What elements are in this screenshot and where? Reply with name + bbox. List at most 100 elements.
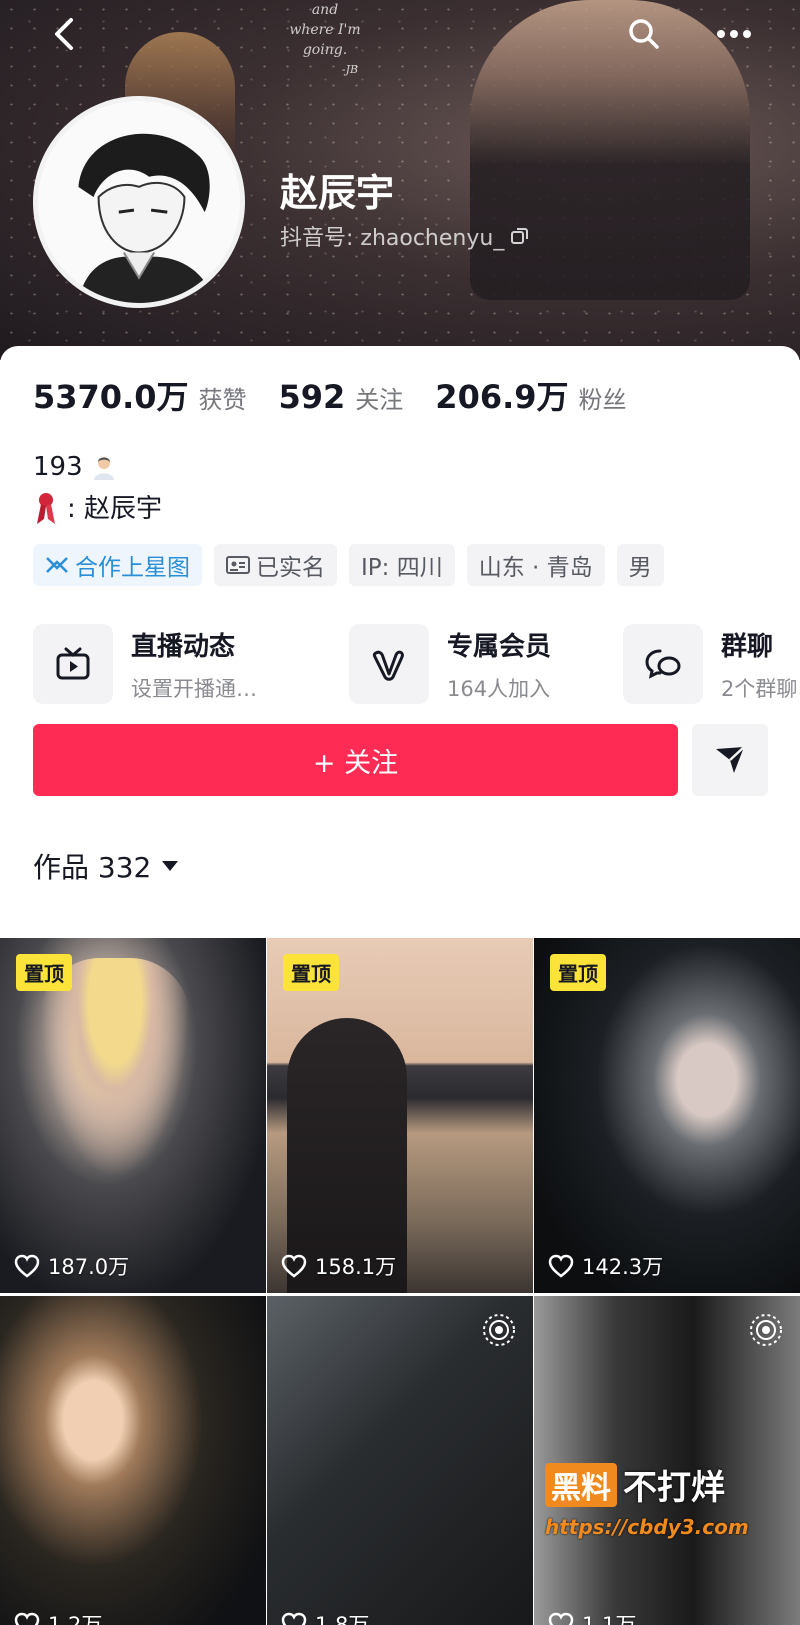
heart-icon [14,1254,40,1278]
tags-row: 合作上星图 已实名 IP: 四川 山东 · 青岛 男 [33,544,664,586]
heart-icon [281,1612,307,1625]
like-count-text: 1.8万 [315,1613,370,1625]
tv-icon [56,647,90,680]
watermark-text: 不打烊 [623,1468,725,1508]
like-count-text: 158.1万 [315,1255,397,1279]
bio: 193 : 赵辰宇 [33,446,162,530]
heart-icon [548,1612,574,1625]
feature-icon-box [349,624,429,704]
watermark-url: https://cbdy3.com [545,1515,749,1539]
handwriting-line: -JB [341,63,359,76]
tag-label: 已实名 [256,555,325,581]
feature-text: 专属会员 164人加入 [447,626,551,703]
like-count-text: 1.2万 [48,1613,103,1625]
back-button[interactable] [42,12,86,56]
video-thumb[interactable]: 置顶 142.3万 [534,938,800,1293]
stat-label: 粉丝 [578,386,627,414]
thumb-person [40,958,190,1178]
live-photo-icon [750,1314,782,1346]
tag-label: 男 [628,555,652,581]
caret-down-icon [162,861,179,871]
douyin-id-text: 抖音号: zhaochenyu_ [280,226,505,251]
like-count: 1.1万 [548,1609,636,1625]
works-tab-label: 作品 332 [33,851,152,884]
like-count: 1.8万 [281,1609,369,1625]
tag-label: IP: 四川 [361,555,443,581]
follow-label: + 关注 [312,747,399,779]
id-card-icon [226,556,250,574]
stat-label: 关注 [355,386,404,414]
feature-icon-box [623,624,703,704]
stat-number: 206.9万 [435,378,569,416]
tag-star-map[interactable]: 合作上星图 [33,544,202,586]
video-thumb[interactable]: 置顶 158.1万 [267,938,533,1293]
send-icon [716,746,745,773]
handwriting-line: and [311,2,339,18]
heart-icon [14,1612,40,1625]
feature-title: 专属会员 [447,631,552,662]
feature-subtitle: 设置开播通… [131,676,257,701]
stat-number: 5370.0万 [33,378,189,416]
feature-title: 群聊 [721,631,774,662]
stat-number: 592 [278,378,346,416]
like-count: 142.3万 [548,1251,663,1281]
feature-title: 直播动态 [131,631,236,662]
tag-label: 合作上星图 [75,555,190,581]
bio-line: 193 [33,446,162,488]
stat-followers[interactable]: 206.9万 粉丝 [435,372,626,418]
share-button[interactable] [692,724,768,796]
watermark-box-text: 黑料 [545,1462,617,1507]
feature-subtitle: 164人加入 [447,676,551,701]
pinned-badge: 置顶 [16,954,72,991]
like-count: 158.1万 [281,1251,396,1281]
feature-live[interactable]: 直播动态 设置开播通… [33,624,257,704]
tag-location[interactable]: 山东 · 青岛 [466,544,605,586]
works-tab[interactable]: 作品 332 [33,846,179,886]
stat-label: 获赞 [198,386,247,414]
feature-entries: 直播动态 设置开播通… 专属会员 164人加入 群聊 2个群聊 [33,624,800,708]
pinned-badge: 置顶 [550,954,606,991]
nickname: 赵辰宇 [280,171,395,215]
like-count: 187.0万 [14,1251,129,1281]
red-ribbon-icon [37,493,55,524]
stat-likes[interactable]: 5370.0万 获赞 [33,372,247,418]
stat-following[interactable]: 592 关注 [279,378,404,416]
person-emoji-icon [93,457,114,480]
tag-gender: 男 [616,544,664,586]
copy-icon[interactable] [510,226,530,246]
video-thumb[interactable]: 1.8万 [267,1296,533,1625]
bio-name-text: : 赵辰宇 [67,494,163,524]
heart-icon [281,1254,307,1278]
like-count: 1.2万 [14,1609,102,1625]
heart-icon [548,1254,574,1278]
feature-text: 群聊 2个群聊 [721,626,797,703]
bio-height-text: 193 [33,452,83,482]
more-button[interactable] [712,12,756,56]
like-count-text: 187.0万 [48,1255,130,1279]
banner-person-singer [470,0,750,300]
tag-verified[interactable]: 已实名 [214,544,337,586]
chat-bubbles-icon [645,649,681,679]
stats-row: 5370.0万 获赞 592 关注 206.9万 粉丝 [33,372,627,418]
watermark-logo: 黑料 不打烊 [545,1460,749,1509]
search-icon [629,19,659,49]
handwriting-line: where I'm going. [289,22,361,58]
live-photo-icon [483,1314,515,1346]
feature-subtitle: 2个群聊 [721,676,798,701]
v-heart-icon [372,650,404,681]
more-dots-icon [717,30,751,38]
banner-handwriting: and where I'm going. -JB [265,0,385,80]
feature-icon-box [33,624,113,704]
video-thumb[interactable]: 1.2万 [0,1296,266,1625]
feature-group-chat[interactable]: 群聊 2个群聊 [623,624,797,704]
douyin-id[interactable]: 抖音号: zhaochenyu_ [280,220,530,252]
avatar[interactable] [33,96,245,308]
feature-membership[interactable]: 专属会员 164人加入 [349,624,551,704]
search-button[interactable] [622,12,666,56]
bio-line: : 赵辰宇 [33,488,162,530]
video-thumb[interactable]: 置顶 187.0万 [0,938,266,1293]
pinned-badge: 置顶 [283,954,339,991]
like-count-text: 1.1万 [582,1613,637,1625]
avatar-illustration [38,101,240,303]
follow-button[interactable]: + 关注 [33,724,678,796]
